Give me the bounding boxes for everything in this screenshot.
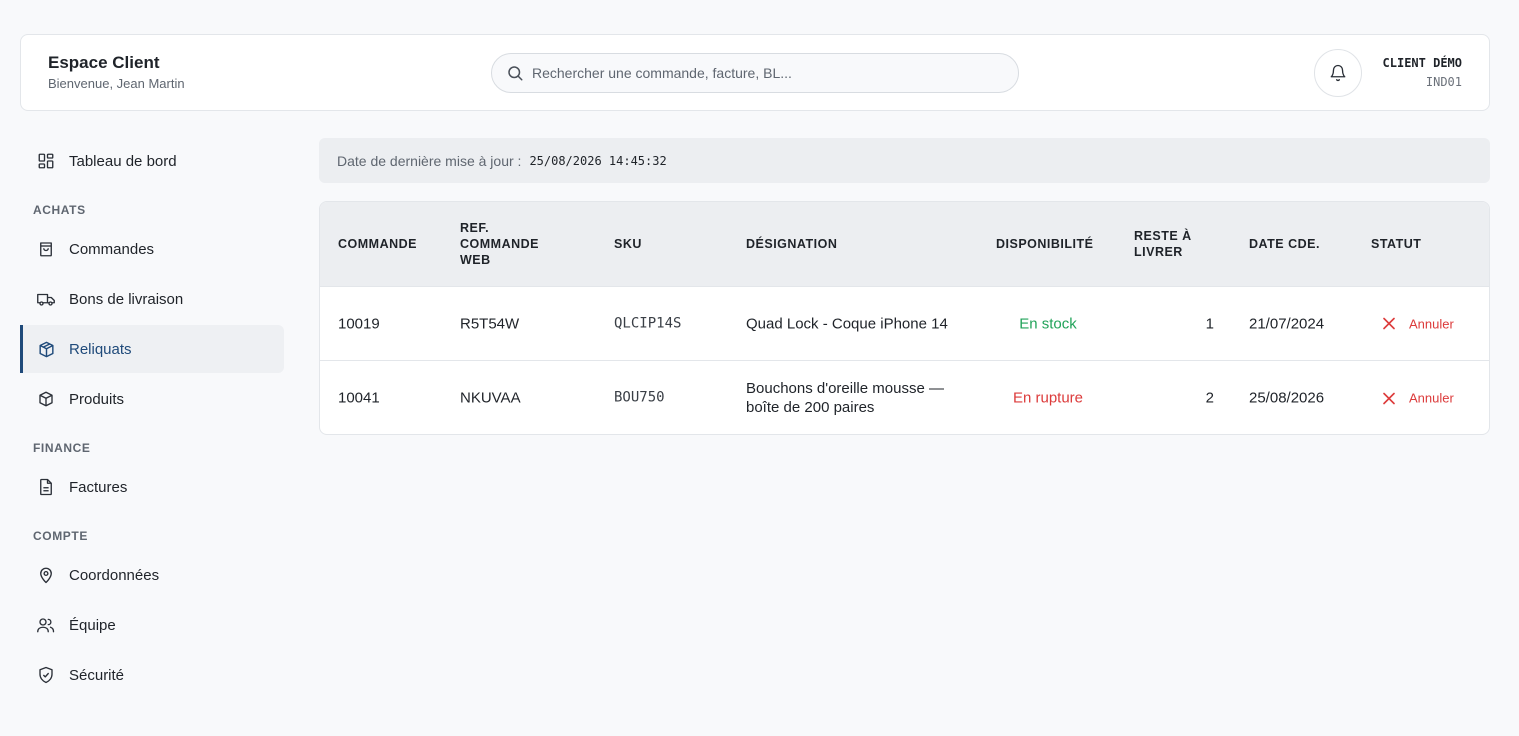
sidebar-item-factures[interactable]: Factures: [20, 463, 284, 511]
sidebar-item-dashboard[interactable]: Tableau de bord: [20, 137, 284, 185]
cell-ref-web: R5T54W: [460, 315, 520, 332]
cell-sku: QLCIP14S: [614, 315, 682, 331]
column-header-line: WEB: [460, 253, 491, 267]
sidebar-item-commandes[interactable]: Commandes: [20, 225, 284, 273]
column-header-ref-web: REF. COMMANDE WEB: [460, 220, 539, 268]
client-code: IND01: [1425, 75, 1462, 89]
column-header-line: LIVRER: [1134, 245, 1183, 259]
cancel-label: Annuler: [1409, 316, 1454, 331]
column-header-statut: STATUT: [1371, 237, 1422, 251]
client-account[interactable]: CLIENT DÉMO IND01: [1383, 56, 1462, 89]
last-update-banner: Date de dernière mise à jour : 25/08/202…: [319, 138, 1490, 183]
sidebar-item-label: Coordonnées: [69, 566, 160, 584]
sidebar-item-label: Sécurité: [69, 666, 125, 684]
cell-disponibilite: En stock: [1019, 315, 1077, 332]
search-bar[interactable]: [491, 53, 1019, 93]
sidebar-item-reliquats[interactable]: Reliquats: [20, 325, 284, 373]
section-label-finance: FINANCE: [33, 441, 91, 455]
brand: Espace Client Bienvenue, Jean Martin: [48, 53, 185, 91]
notifications-button[interactable]: [1314, 49, 1362, 97]
sidebar: Tableau de bord ACHATS Commandes Bons de…: [20, 137, 284, 701]
sidebar-item-bons-de-livraison[interactable]: Bons de livraison: [20, 275, 284, 323]
column-header-disponibilite: DISPONIBILITÉ: [996, 237, 1094, 251]
close-icon: [1383, 317, 1395, 330]
sidebar-item-produits[interactable]: Produits: [20, 375, 284, 423]
table-header: COMMANDE REF. COMMANDE WEB SKU DÉSIGNATI…: [320, 202, 1489, 287]
cell-commande[interactable]: 10041: [338, 389, 380, 408]
cancel-button[interactable]: Annuler: [1383, 314, 1454, 333]
truck-icon: [36, 289, 56, 309]
app-title: Espace Client: [48, 53, 160, 72]
package-icon: [36, 389, 56, 409]
column-header-date: DATE CDE.: [1249, 237, 1320, 251]
last-update-timestamp: 25/08/2026 14:45:32: [529, 153, 667, 168]
sidebar-item-label: Bons de livraison: [69, 290, 184, 308]
column-header-line: REF.: [460, 221, 490, 235]
cell-ref-web: NKUVAA: [460, 389, 521, 407]
column-header-reste: RESTE À LIVRER: [1134, 228, 1192, 260]
sidebar-item-label: Tableau de bord: [69, 152, 177, 170]
cancel-label: Annuler: [1409, 390, 1454, 406]
section-label-achats: ACHATS: [33, 203, 86, 217]
cell-reste: 2: [1205, 389, 1214, 407]
sidebar-item-label: Factures: [69, 478, 128, 496]
cell-date: 21/07/2024: [1249, 315, 1325, 332]
table-row: 10019 R5T54W QLCIP14S Quad Lock - Coque …: [320, 287, 1489, 361]
boxes-icon: [36, 339, 56, 359]
last-update-label: Date de dernière mise à jour :: [337, 152, 522, 169]
users-icon: [36, 615, 56, 635]
column-header-line: RESTE À: [1134, 229, 1192, 243]
cell-date: 25/08/2026: [1249, 389, 1325, 407]
sidebar-item-label: Commandes: [69, 240, 155, 258]
close-icon: [1383, 392, 1395, 404]
shield-check-icon: [36, 665, 56, 685]
sidebar-item-label: Reliquats: [69, 340, 132, 358]
cell-designation: Bouchons d'oreille mousse — boîte de 200…: [746, 380, 944, 416]
cell-sku: BOU750: [614, 389, 665, 406]
search-icon: [508, 66, 523, 81]
column-header-sku: SKU: [614, 237, 642, 251]
sidebar-item-label: Équipe: [69, 616, 116, 634]
cell-designation: Quad Lock - Coque iPhone 14: [746, 315, 948, 332]
sidebar-item-coordonnees[interactable]: Coordonnées: [20, 551, 284, 599]
sidebar-item-label: Produits: [69, 390, 125, 408]
cell-reste: 1: [1205, 315, 1214, 332]
top-bar: Espace Client Bienvenue, Jean Martin CLI…: [20, 34, 1490, 111]
column-header-designation: DÉSIGNATION: [746, 237, 838, 251]
section-label-compte: COMPTE: [33, 529, 88, 543]
sidebar-item-equipe[interactable]: Équipe: [20, 601, 284, 649]
cancel-button[interactable]: Annuler: [1383, 389, 1454, 408]
client-name: CLIENT DÉMO: [1382, 56, 1462, 70]
dashboard-icon: [36, 151, 56, 171]
backorders-table: COMMANDE REF. COMMANDE WEB SKU DÉSIGNATI…: [319, 201, 1490, 435]
search-input[interactable]: [532, 65, 992, 81]
table-row: 10041 NKUVAA BOU750 Bouchons d'oreille m…: [320, 361, 1489, 434]
map-pin-icon: [36, 565, 56, 585]
cell-disponibilite: En rupture: [1012, 389, 1084, 407]
document-icon: [36, 477, 56, 497]
column-header-commande: COMMANDE: [338, 237, 417, 251]
sidebar-item-securite[interactable]: Sécurité: [20, 651, 284, 699]
column-header-line: COMMANDE: [460, 237, 539, 251]
shopping-bag-icon: [36, 239, 56, 259]
bell-icon: [1330, 64, 1346, 82]
cell-commande[interactable]: 10019: [338, 314, 380, 333]
welcome-text: Bienvenue, Jean Martin: [48, 76, 185, 91]
